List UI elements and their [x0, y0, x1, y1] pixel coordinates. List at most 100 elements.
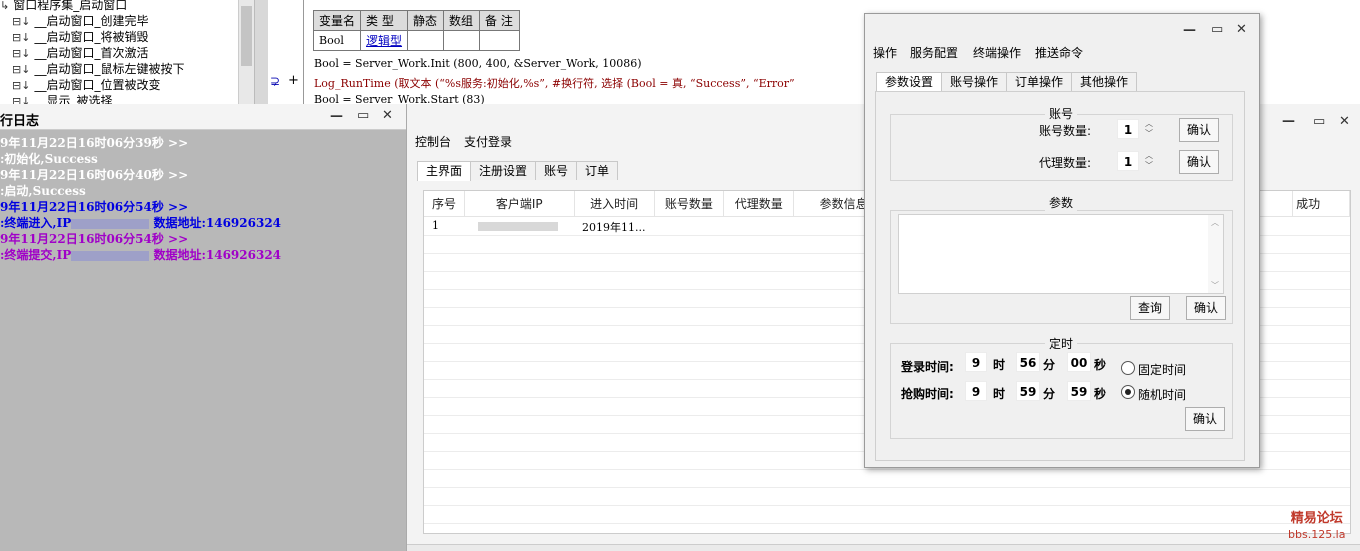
row-client-ip[interactable] — [478, 221, 558, 234]
tree-item-label: __启动窗口_将被销毁 — [34, 30, 149, 44]
tree-item-label: __显示_被选择 — [34, 94, 113, 104]
tree-node-icon: ⊟↓ — [12, 95, 31, 104]
log-line: 9年11月22日16时06分39秒 >> — [0, 136, 189, 150]
timer-group-title: 定时 — [1045, 335, 1078, 352]
tree-item[interactable]: ⊟↓ __启动窗口_位置被改变 — [12, 77, 160, 93]
minimize-icon[interactable]: — — [1183, 24, 1196, 38]
tree-node-icon: ⊟↓ — [12, 15, 31, 28]
grab-time-label: 抢购时间: — [901, 387, 954, 401]
tree-item[interactable]: ⊟↓ __启动窗口_鼠标左键被按下 — [12, 61, 184, 77]
tab-account[interactable]: 账号 — [535, 161, 578, 180]
maximize-icon[interactable]: ▭ — [1313, 114, 1325, 129]
row-index[interactable]: 1 — [432, 219, 439, 232]
maximize-icon[interactable]: ▭ — [357, 109, 369, 123]
var-name[interactable]: Bool — [312, 30, 362, 51]
minimize-icon[interactable]: — — [330, 110, 343, 124]
log-line-prefix: :终端进入,IP — [0, 216, 72, 230]
scrollbar-thumb[interactable] — [241, 6, 252, 66]
close-icon[interactable]: ✕ — [382, 109, 393, 123]
spin-down-icon[interactable]: ﹀ — [1142, 161, 1156, 171]
tab-order[interactable]: 订单 — [576, 161, 619, 180]
fixed-time-radio[interactable] — [1121, 361, 1135, 375]
log-line: 9年11月22日16时06分54秒 >> — [0, 200, 189, 214]
log-line-suffix: 数据地址:146926324 — [153, 248, 282, 262]
tree-item-label: __启动窗口_首次激活 — [34, 46, 149, 60]
tab-order-ops[interactable]: 订单操作 — [1006, 72, 1073, 91]
col-index[interactable]: 序号 — [424, 191, 465, 217]
proxy-count-confirm-button[interactable]: 确认 — [1179, 150, 1219, 174]
code-line[interactable]: Bool = Server_Work.Start (83) — [314, 93, 485, 104]
tab-param-settings[interactable]: 参数设置 — [876, 72, 943, 92]
menu-console[interactable]: 控制台 — [415, 133, 451, 150]
tree-item-label: __启动窗口_创建完毕 — [34, 14, 149, 28]
tree-item[interactable]: ↳ 窗口程序集_启动窗口 — [0, 0, 127, 13]
close-icon[interactable]: ✕ — [1339, 114, 1350, 129]
minimize-icon[interactable]: — — [1282, 114, 1295, 129]
tree-item[interactable]: ⊟↓ __启动窗口_首次激活 — [12, 45, 148, 61]
tree-item[interactable]: ⊟↓ __显示_被选择 — [12, 93, 112, 104]
code-line[interactable]: Log_RunTime (取文本 (“%s服务:初始化,%s”, #换行符, 选… — [314, 75, 795, 91]
param-confirm-button[interactable]: 确认 — [1186, 296, 1226, 320]
var-note[interactable] — [479, 30, 521, 51]
menu-push-command[interactable]: 推送命令 — [1035, 44, 1083, 61]
scroll-up-icon[interactable]: ︿ — [1211, 217, 1219, 228]
var-array[interactable] — [443, 30, 481, 51]
col-proxy-count[interactable]: 代理数量 — [724, 191, 795, 217]
menu-service-config[interactable]: 服务配置 — [910, 44, 958, 61]
spin-up-icon[interactable]: ︿ — [1142, 151, 1156, 161]
proxy-count-input[interactable]: 1 — [1117, 151, 1139, 171]
close-icon[interactable]: ✕ — [1236, 23, 1247, 37]
tree-item-label: __启动窗口_鼠标左键被按下 — [34, 62, 185, 76]
spin-up-icon[interactable]: ︿ — [1142, 119, 1156, 129]
tab-register[interactable]: 注册设置 — [470, 161, 537, 180]
tab-other-ops[interactable]: 其他操作 — [1071, 72, 1138, 91]
spin-down-icon[interactable]: ﹀ — [1142, 129, 1156, 139]
col-enter-time[interactable]: 进入时间 — [574, 191, 655, 217]
grid-line — [424, 523, 1350, 524]
second-unit: 秒 — [1094, 387, 1107, 401]
second-unit: 秒 — [1094, 358, 1107, 372]
grab-hour-input[interactable]: 9 — [965, 381, 987, 401]
tree-item[interactable]: ⊟↓ __启动窗口_创建完毕 — [12, 13, 148, 29]
redacted-ip — [71, 218, 150, 229]
timer-confirm-button[interactable]: 确认 — [1185, 407, 1225, 431]
status-bar — [407, 544, 1360, 551]
code-line[interactable]: Bool = Server_Work.Init (800, 400, &Serv… — [314, 57, 642, 70]
var-static[interactable] — [407, 30, 445, 51]
log-titlebar: 行日志 — ▭ ✕ — [0, 104, 406, 130]
col-account-count[interactable]: 账号数量 — [654, 191, 725, 217]
col-success[interactable]: 成功 — [1293, 191, 1350, 217]
account-count-input[interactable]: 1 — [1117, 119, 1139, 139]
log-line: 9年11月22日16时06分54秒 >> — [0, 232, 189, 246]
var-type[interactable]: 逻辑型 — [360, 30, 409, 51]
breakpoint-icon[interactable]: ⊋ — [270, 74, 280, 88]
log-line-prefix: :终端提交,IP — [0, 248, 72, 262]
grab-minute-input[interactable]: 59 — [1016, 381, 1040, 401]
login-second-input[interactable]: 00 — [1067, 352, 1091, 372]
maximize-icon[interactable]: ▭ — [1211, 23, 1223, 37]
login-hour-input[interactable]: 9 — [965, 352, 987, 372]
account-count-confirm-button[interactable]: 确认 — [1179, 118, 1219, 142]
watermark-url: bbs.125.la — [1288, 528, 1346, 541]
param-query-button[interactable]: 查询 — [1130, 296, 1170, 320]
param-scrollbar[interactable]: ︿ ﹀ — [1208, 215, 1223, 293]
tab-main[interactable]: 主界面 — [417, 161, 472, 181]
menu-operation[interactable]: 操作 — [873, 44, 897, 61]
login-minute-input[interactable]: 56 — [1016, 352, 1040, 372]
fixed-time-label[interactable]: 固定时间 — [1138, 361, 1186, 378]
expand-icon[interactable]: + — [288, 73, 299, 88]
param-textarea[interactable] — [898, 214, 1224, 294]
proxy-count-spinner[interactable]: ︿ ﹀ — [1142, 151, 1156, 173]
menu-payment-login[interactable]: 支付登录 — [464, 133, 512, 150]
tab-account-ops[interactable]: 账号操作 — [941, 72, 1008, 91]
col-client-ip[interactable]: 客户端IP — [464, 191, 575, 217]
account-count-spinner[interactable]: ︿ ﹀ — [1142, 119, 1156, 141]
menu-terminal-ops[interactable]: 终端操作 — [973, 44, 1021, 61]
scroll-down-icon[interactable]: ﹀ — [1211, 280, 1219, 291]
random-time-radio[interactable] — [1121, 385, 1135, 399]
tree-scrollbar[interactable] — [238, 0, 254, 104]
row-enter-time[interactable]: 2019年11... — [582, 219, 645, 235]
tree-item[interactable]: ⊟↓ __启动窗口_将被销毁 — [12, 29, 148, 45]
grab-second-input[interactable]: 59 — [1067, 381, 1091, 401]
random-time-label[interactable]: 随机时间 — [1138, 386, 1186, 403]
